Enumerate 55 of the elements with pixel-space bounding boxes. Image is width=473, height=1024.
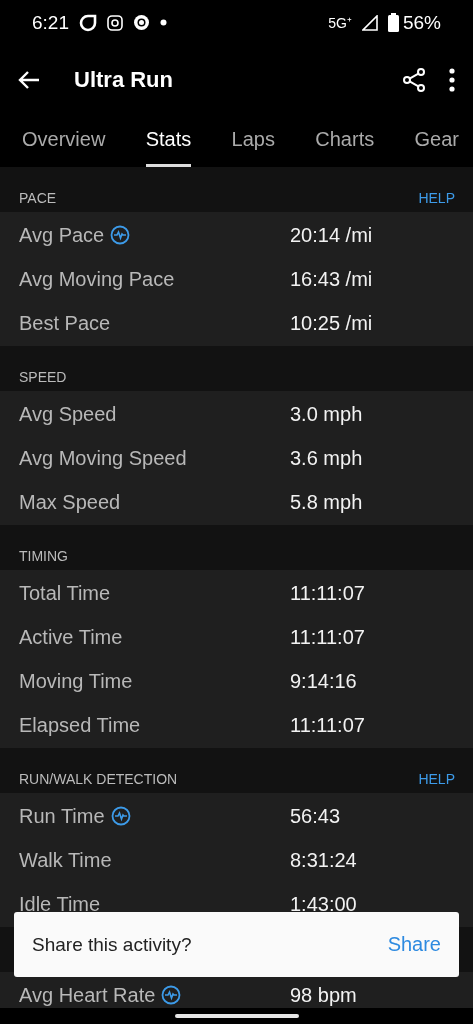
- stat-label: Max Speed: [19, 490, 121, 514]
- activity-chart-icon[interactable]: [110, 806, 131, 826]
- stat-value: 56:43: [290, 804, 341, 828]
- section-heading: PACE: [19, 190, 57, 206]
- stat-label: Avg Moving Pace: [19, 267, 175, 291]
- stat-value: 10:25 /mi: [290, 311, 373, 335]
- stat-value: 9:14:16: [290, 669, 357, 693]
- stat-value: 5.8 mph: [290, 490, 363, 514]
- stat-value: 11:11:07: [290, 625, 365, 649]
- tab[interactable]: Gear: [414, 115, 459, 167]
- tab[interactable]: Laps: [231, 115, 275, 167]
- stat-label: Total Time: [19, 581, 111, 605]
- stat-value: 11:11:07: [290, 713, 365, 737]
- stat-value: 3.0 mph: [290, 402, 363, 426]
- stat-value: 11:11:07: [290, 581, 365, 605]
- activity-title: Ultra Run: [74, 67, 174, 93]
- snackbar-message: Share this activity?: [32, 933, 192, 956]
- help-link[interactable]: HELP: [418, 190, 455, 206]
- back-button[interactable]: [18, 70, 40, 90]
- stat-label: Idle Time: [19, 892, 101, 916]
- stat-value: 3.6 mph: [290, 446, 363, 470]
- network-type: 5G⁺: [328, 14, 352, 32]
- help-link[interactable]: HELP: [418, 771, 455, 787]
- tab[interactable]: Overview: [22, 115, 106, 167]
- stat-label: Active Time: [19, 625, 123, 649]
- stat-label: Avg Speed: [19, 402, 117, 426]
- stat-label: Elapsed Time: [19, 713, 141, 737]
- signal-icon: [361, 14, 378, 31]
- stat-label: Avg Pace: [19, 223, 105, 247]
- stat-label: Walk Time: [19, 848, 112, 872]
- share-icon[interactable]: [403, 68, 425, 92]
- activity-chart-icon[interactable]: [110, 225, 131, 245]
- stat-value: 20:14 /mi: [290, 223, 373, 247]
- clock-time: 6:21: [32, 11, 69, 34]
- battery-icon: [387, 13, 399, 32]
- tab[interactable]: Charts: [315, 115, 375, 167]
- stat-label: Run Time: [19, 804, 105, 828]
- stat-value: 8:31:24: [290, 848, 357, 872]
- stat-label: Best Pace: [19, 311, 111, 335]
- section-heading: RUN/WALK DETECTION: [19, 771, 178, 787]
- dot-icon: [160, 19, 167, 26]
- more-menu-icon[interactable]: [449, 68, 455, 92]
- section-heading: TIMING: [19, 548, 68, 564]
- ring-icon: [79, 13, 97, 32]
- stat-label: Moving Time: [19, 669, 133, 693]
- section-heading: SPEED: [19, 369, 67, 385]
- stat-value: 16:43 /mi: [290, 267, 373, 291]
- camera-icon: [107, 14, 123, 31]
- stat-label: Avg Heart Rate: [19, 983, 156, 1007]
- target-icon: [133, 14, 150, 31]
- stat-value: 1:43:00: [290, 892, 357, 916]
- stat-value: 98 bpm: [290, 983, 357, 1007]
- activity-chart-icon[interactable]: [161, 985, 182, 1005]
- stat-label: Avg Moving Speed: [19, 446, 187, 470]
- battery-level: 56%: [402, 11, 441, 34]
